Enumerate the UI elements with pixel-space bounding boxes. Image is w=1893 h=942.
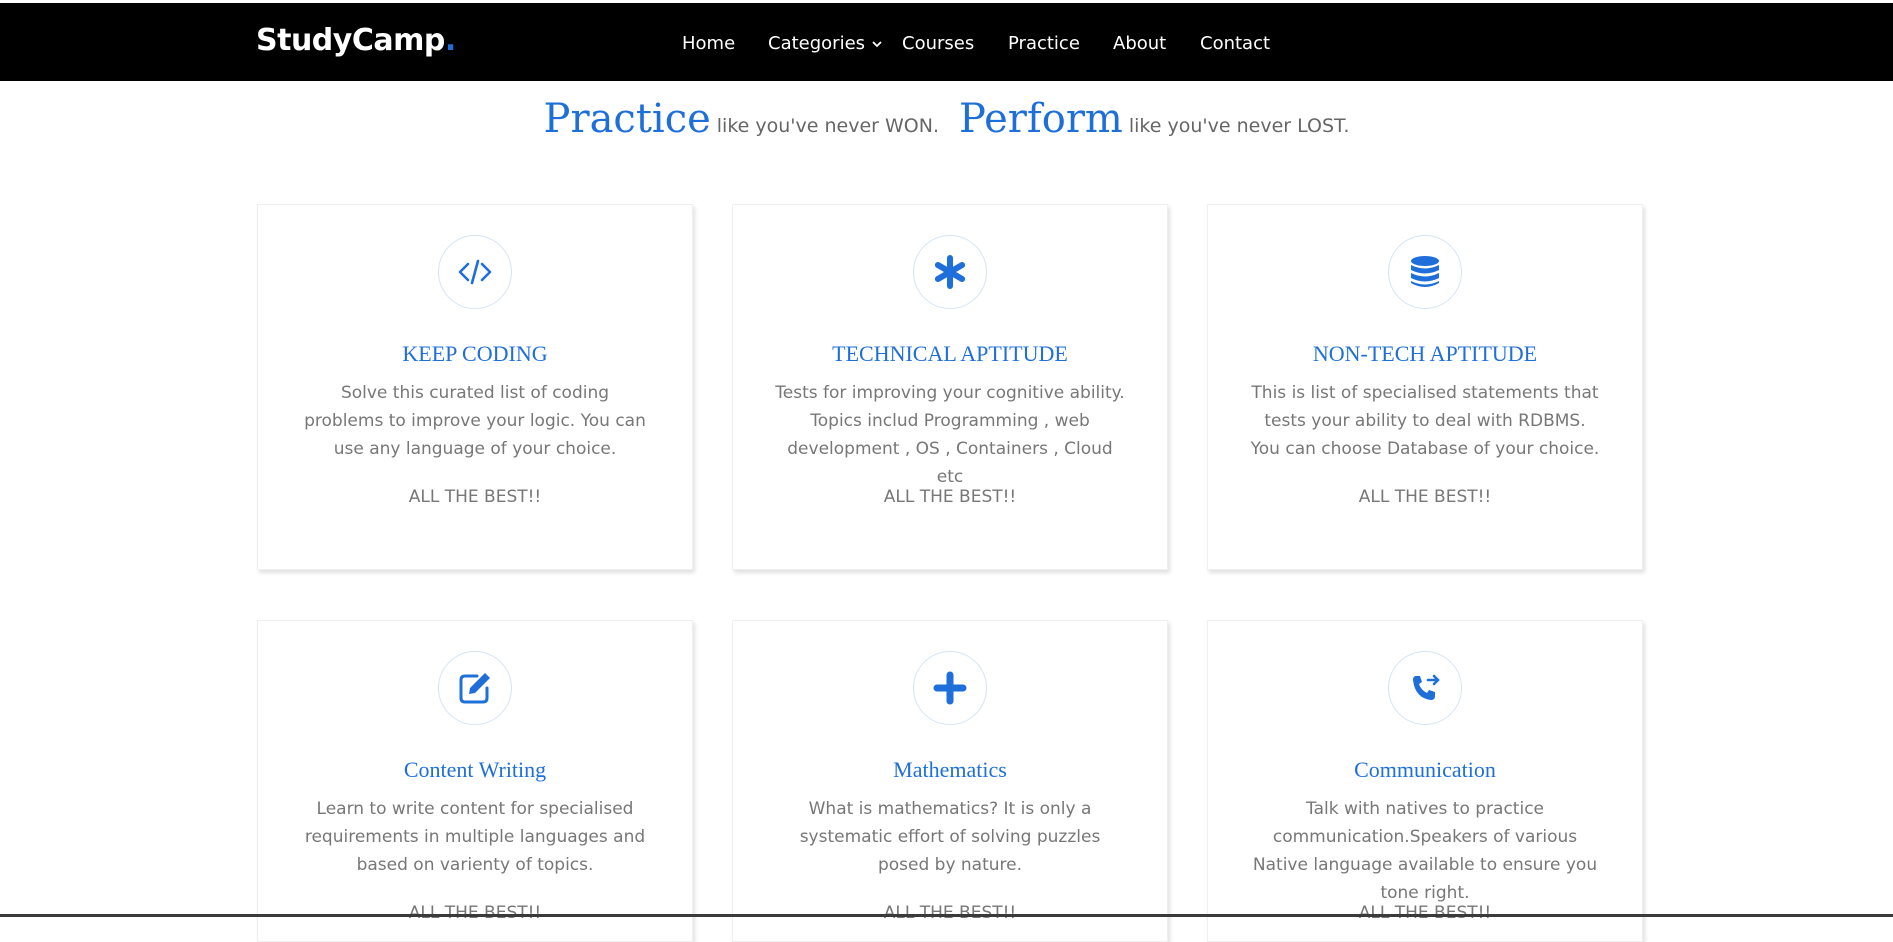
brand-dot: . xyxy=(444,23,456,58)
brand-name[interactable]: StudyCamp xyxy=(256,23,445,58)
nav-practice[interactable]: Practice xyxy=(1008,33,1080,54)
card-communication[interactable]: Communication Talk with natives to pract… xyxy=(1207,620,1643,942)
navbar: StudyCamp. Home Categories Courses Pract… xyxy=(0,3,1893,81)
card-content-writing[interactable]: Content Writing Learn to write content f… xyxy=(257,620,693,942)
card-description: This is list of specialised statements t… xyxy=(1250,383,1600,459)
nav-contact[interactable]: Contact xyxy=(1200,33,1270,54)
phone-forward-icon xyxy=(1413,674,1440,700)
card-title: Communication xyxy=(1354,757,1496,782)
card-mathematics[interactable]: Mathematics What is mathematics? It is o… xyxy=(732,620,1168,942)
card-title: Mathematics xyxy=(893,757,1007,782)
card-description: Tests for improving your cognitive abili… xyxy=(775,383,1125,487)
icon-circle xyxy=(1388,651,1462,725)
card-title: Content Writing xyxy=(403,757,547,782)
icon-circle xyxy=(913,235,987,309)
card-technical-aptitude[interactable]: TECHNICAL APTITUDE Tests for improving y… xyxy=(732,204,1168,570)
nav-about[interactable]: About xyxy=(1113,33,1166,54)
card-footer: ALL THE BEST!! xyxy=(408,903,542,923)
brand-logo[interactable]: StudyCamp. xyxy=(256,23,456,58)
nav-home[interactable]: Home xyxy=(682,33,735,54)
card-description: What is mathematics? It is only a system… xyxy=(799,799,1101,875)
asterisk-icon xyxy=(934,255,966,289)
icon-circle xyxy=(438,651,512,725)
card-description: Learn to write content for specialised r… xyxy=(304,799,646,875)
code-icon xyxy=(458,259,492,285)
card-keep-coding[interactable]: KEEP CODING Solve this curated list of c… xyxy=(257,204,693,570)
database-icon xyxy=(1411,256,1439,287)
card-non-tech-aptitude[interactable]: NON-TECH APTITUDE This is list of specia… xyxy=(1207,204,1643,570)
card-title: TECHNICAL APTITUDE xyxy=(832,341,1068,366)
tagline-word-practice: Practice xyxy=(543,96,711,142)
icon-circle xyxy=(438,235,512,309)
tagline: Practice like you've never WON. Perform lik… xyxy=(0,96,1893,148)
card-description: Talk with natives to practice communicat… xyxy=(1252,799,1598,903)
card-footer: ALL THE BEST!! xyxy=(883,903,1017,923)
card-footer: ALL THE BEST!! xyxy=(1358,487,1492,507)
icon-circle xyxy=(1388,235,1462,309)
card-description: Solve this curated list of coding proble… xyxy=(304,383,646,459)
card-title: NON-TECH APTITUDE xyxy=(1312,341,1538,366)
nav-courses[interactable]: Courses xyxy=(902,33,974,54)
tagline-phrase-won: like you've never WON. xyxy=(716,115,940,137)
card-title: KEEP CODING xyxy=(402,341,548,366)
card-footer: ALL THE BEST!! xyxy=(408,487,542,507)
tagline-phrase-lost: like you've never LOST. xyxy=(1128,115,1350,137)
icon-circle xyxy=(913,651,987,725)
card-footer: ALL THE BEST!! xyxy=(883,487,1017,507)
chevron-down-icon[interactable] xyxy=(872,39,882,49)
edit-icon xyxy=(459,673,490,704)
tagline-word-perform: Perform xyxy=(959,96,1123,142)
card-footer: ALL THE BEST!! xyxy=(1358,903,1492,923)
plus-icon xyxy=(933,671,967,705)
nav-categories[interactable]: Categories xyxy=(768,33,865,54)
